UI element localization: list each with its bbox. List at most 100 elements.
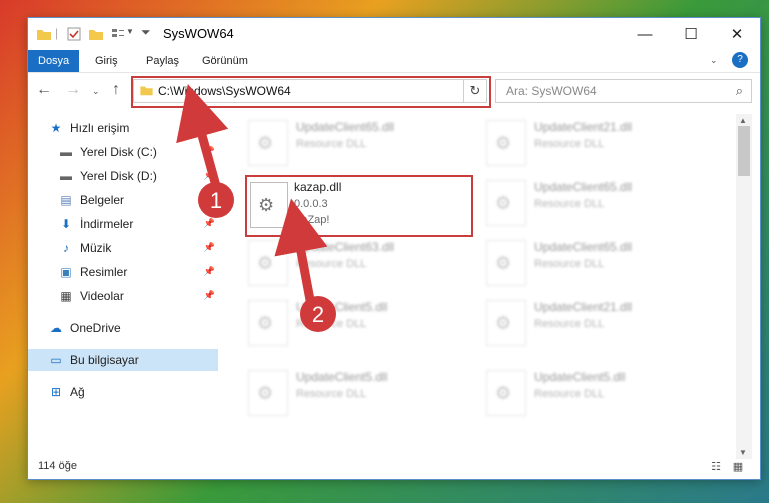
sidebar-item-label: OneDrive [70,321,121,335]
expand-ribbon-icon[interactable]: ⌄ [710,55,718,66]
tab-view[interactable]: Görünüm [192,50,258,72]
sidebar-item-quick-access[interactable]: ★ Hızlı erişim [28,117,218,139]
up-arrow-icon[interactable]: ↑ [112,81,120,99]
file-thumbnail: ⚙ [250,182,288,228]
sidebar-item-label: Müzik [80,241,112,255]
chevron-down-icon[interactable]: ▼ [126,27,134,36]
list-item[interactable]: ⚙ UpdateClient5.dll Resource DLL [486,368,716,416]
forward-arrow-icon[interactable]: → [65,81,81,99]
list-item[interactable]: ⚙ UpdateClient5.dll Resource DLL [248,298,478,346]
sidebar-item-label: Resimler [80,265,128,279]
sidebar-item-documents[interactable]: ▤ Belgeler 📌 [28,189,218,211]
gear-icon: ⚙ [258,195,275,215]
tab-share[interactable]: Paylaş [136,50,189,72]
properties-icon[interactable] [66,26,82,42]
gear-icon: ⚙ [257,253,274,273]
explorer-window: | ▼ ⏷ SysWOW64 — ☐ ✕ Dosya Giriş Paylaş … [27,17,761,480]
sidebar-item-onedrive[interactable]: ☁ OneDrive [28,317,218,339]
recent-locations-icon[interactable]: ⌄ [92,86,100,97]
customize-qa-icon[interactable]: ⏷ [141,25,151,40]
sidebar-item-label: Hızlı erişim [70,121,130,135]
file-thumbnail: ⚙ [486,120,526,166]
maximize-button[interactable]: ☐ [668,18,714,50]
pin-icon: 📌 [203,290,215,300]
sidebar-item-pictures[interactable]: ▣ Resimler 📌 [28,261,218,283]
sidebar-item-label: Yerel Disk (C:) [80,145,157,159]
star-icon: ★ [50,121,62,135]
file-name: UpdateClient65.dll [534,240,633,254]
pin-icon: 📌 [203,194,215,204]
download-icon: ⬇ [60,217,72,231]
file-description: Resource DLL [296,318,367,330]
file-description: Resource DLL [534,388,605,400]
computer-icon: ▭ [50,353,62,367]
scroll-up-arrow-icon[interactable]: ▲ [739,116,747,125]
gear-icon: ⚙ [495,133,512,153]
file-thumbnail: ⚙ [248,120,288,166]
file-description: Resource DLL [534,138,605,150]
file-name: UpdateClient63.dll [296,240,395,254]
gear-icon: ⚙ [495,193,512,213]
list-item[interactable]: ⚙ UpdateClient65.dll Resource DLL [486,178,716,226]
picture-icon: ▣ [60,265,72,279]
folder-icon [37,30,51,40]
tab-home[interactable]: Giriş [85,50,128,72]
file-version: 0.0.0.3 [294,198,328,210]
sidebar-item-local-disk-c[interactable]: ▬ Yerel Disk (C:) 📌 [28,141,218,163]
list-item[interactable]: ⚙ UpdateClient21.dll Resource DLL [486,298,716,346]
selected-file-kazap[interactable]: ⚙ kazap.dll 0.0.0.3 KaZap! [245,175,473,237]
sidebar-item-label: İndirmeler [80,217,134,231]
list-item[interactable]: ⚙ UpdateClient63.dll Resource DLL [248,238,478,286]
file-name: UpdateClient5.dll [296,370,388,384]
gear-icon: ⚙ [257,133,274,153]
file-company: KaZap! [294,214,330,226]
close-button[interactable]: ✕ [714,18,760,50]
file-thumbnail: ⚙ [486,240,526,286]
document-icon: ▤ [60,193,72,207]
file-name: UpdateClient65.dll [534,180,633,194]
list-item[interactable]: ⚙ UpdateClient65.dll Resource DLL [486,238,716,286]
tab-file[interactable]: Dosya [28,50,80,72]
file-thumbnail: ⚙ [486,180,526,226]
help-button[interactable]: ? [732,52,748,68]
file-name: UpdateClient21.dll [534,120,633,134]
item-count: 114 öğe [38,460,77,472]
sidebar-item-network[interactable]: ⊞ Ağ [28,381,218,403]
large-icons-view-icon[interactable]: ▦ [730,460,746,474]
address-highlight [131,76,491,108]
sidebar-item-label: Ağ [70,385,85,399]
file-name: UpdateClient21.dll [534,300,633,314]
file-description: Resource DLL [534,198,605,210]
status-bar: 114 öğe ☷ ▦ [28,456,760,478]
view-options-icon[interactable] [110,26,126,42]
pin-icon: 📌 [203,170,215,180]
list-item[interactable]: ⚙ UpdateClient5.dll Resource DLL [248,368,478,416]
search-placeholder: Ara: SysWOW64 [506,84,597,98]
search-box[interactable]: Ara: SysWOW64 ⌕ [495,79,752,103]
gear-icon: ⚙ [495,313,512,333]
file-thumbnail: ⚙ [248,300,288,346]
file-description: Resource DLL [296,258,367,270]
search-icon[interactable]: ⌕ [736,83,743,99]
file-thumbnail: ⚙ [486,300,526,346]
window-title: SysWOW64 [163,26,234,41]
list-item[interactable]: ⚙ UpdateClient21.dll Resource DLL [486,118,716,166]
ribbon-tabs: Dosya Giriş Paylaş Görünüm ⌄ ? [28,50,760,73]
sidebar-item-this-pc[interactable]: ▭ Bu bilgisayar [28,349,218,371]
sidebar-item-music[interactable]: ♪ Müzik 📌 [28,237,218,259]
scrollbar-thumb[interactable] [738,126,750,176]
film-icon: ▦ [60,289,72,303]
vertical-scrollbar[interactable]: ▲ ▼ [736,114,752,459]
new-folder-icon[interactable] [88,26,104,42]
file-list: ⚙ UpdateClient65.dll Resource DLL ⚙ Upda… [228,114,738,459]
drive-icon: ▬ [60,169,72,183]
sidebar-item-local-disk-d[interactable]: ▬ Yerel Disk (D:) 📌 [28,165,218,187]
sidebar-item-videos[interactable]: ▦ Videolar 📌 [28,285,218,307]
list-item[interactable]: ⚙ UpdateClient65.dll Resource DLL [248,118,478,166]
back-arrow-icon[interactable]: ← [36,81,52,99]
drive-icon: ▬ [60,145,72,159]
sidebar-item-downloads[interactable]: ⬇ İndirmeler 📌 [28,213,218,235]
minimize-button[interactable]: — [622,18,668,50]
details-view-icon[interactable]: ☷ [708,460,724,474]
file-description: Resource DLL [534,318,605,330]
